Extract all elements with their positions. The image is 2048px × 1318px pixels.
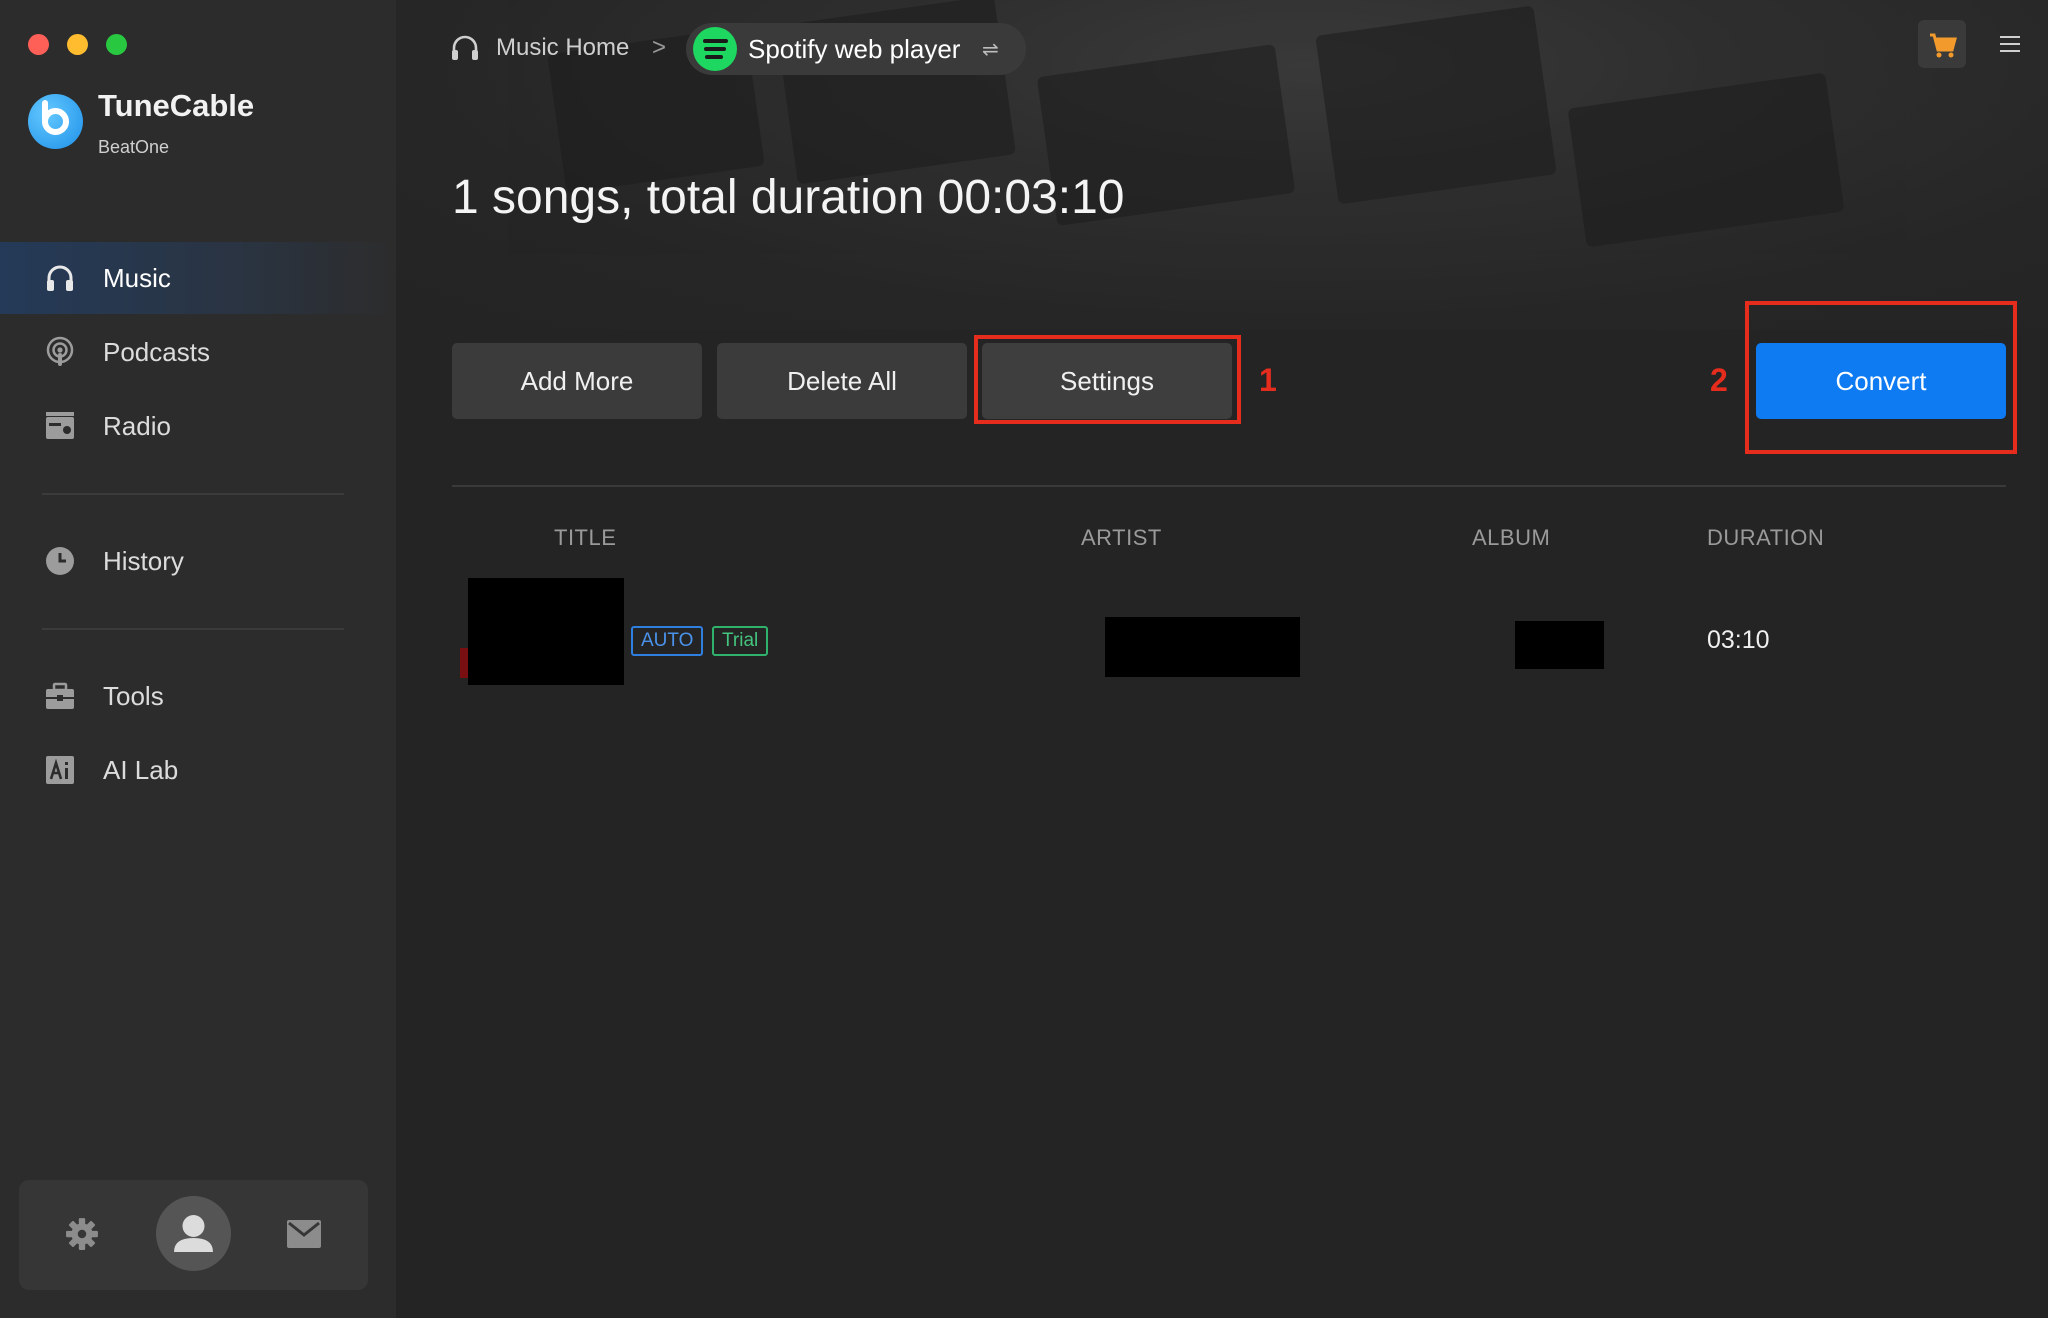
step-number-2: 2 <box>1710 362 1728 398</box>
column-header-artist[interactable]: ARTIST <box>1081 525 1162 551</box>
column-header-album[interactable]: ALBUM <box>1472 525 1550 551</box>
zoom-window-button[interactable] <box>106 34 127 55</box>
sidebar-item-radio[interactable]: Radio <box>0 390 396 462</box>
table-divider <box>452 485 2006 487</box>
step-number-1: 1 <box>1259 362 1277 398</box>
cover-edge <box>460 648 468 678</box>
sidebar-item-label: Podcasts <box>103 336 210 367</box>
chevron-right-icon: > <box>652 34 667 61</box>
app-subtitle: BeatOne <box>98 137 170 157</box>
close-window-button[interactable] <box>28 34 49 55</box>
sidebar-bottom-bar <box>19 1180 368 1290</box>
spotify-icon <box>693 27 737 71</box>
breadcrumb-music-home[interactable]: Music Home <box>496 34 629 62</box>
ai-icon <box>46 756 74 784</box>
song-duration: 03:10 <box>1707 626 1770 654</box>
trial-badge: Trial <box>712 626 769 656</box>
app-logo-icon <box>28 94 83 149</box>
sidebar-item-label: AI Lab <box>103 754 179 785</box>
background-artwork <box>396 0 2048 330</box>
song-cover-redacted <box>468 578 624 685</box>
avatar[interactable] <box>156 1196 231 1271</box>
app-name: TuneCable <box>98 88 255 123</box>
delete-all-button[interactable]: Delete All <box>717 343 967 419</box>
gear-icon[interactable] <box>65 1217 99 1251</box>
radio-icon <box>46 412 74 439</box>
user-icon <box>174 1215 213 1252</box>
sidebar-item-label: History <box>103 545 184 576</box>
headphones-icon <box>452 35 478 60</box>
sidebar-item-label: Radio <box>103 410 171 441</box>
sidebar-item-podcasts[interactable]: Podcasts <box>0 316 396 388</box>
sidebar-item-tools[interactable]: Tools <box>0 660 396 732</box>
artist-redacted <box>1105 617 1300 677</box>
swap-icon: ⇌ <box>982 39 999 61</box>
column-header-title[interactable]: TITLE <box>554 525 616 551</box>
cart-button[interactable] <box>1918 20 1966 68</box>
toolbox-icon <box>46 682 74 709</box>
mail-icon[interactable] <box>287 1220 321 1248</box>
add-more-button[interactable]: Add More <box>452 343 702 419</box>
settings-button[interactable]: Settings <box>982 343 1232 419</box>
podcast-icon <box>46 336 74 366</box>
clock-icon <box>46 547 74 575</box>
minimize-window-button[interactable] <box>67 34 88 55</box>
sidebar-item-label: Tools <box>103 680 164 711</box>
source-switcher[interactable]: Spotify web player ⇌ <box>686 23 1026 75</box>
album-redacted <box>1515 621 1604 669</box>
auto-badge: AUTO <box>631 626 704 656</box>
sidebar-item-history[interactable]: History <box>0 525 396 597</box>
main-panel: Music Home > Spotify web player ⇌ 1 song… <box>396 0 2048 1318</box>
sidebar-divider <box>42 493 344 495</box>
cart-icon <box>1930 33 1957 58</box>
column-header-duration[interactable]: DURATION <box>1707 525 1824 551</box>
sidebar-item-label: Music <box>103 262 171 293</box>
menu-icon[interactable] <box>2000 36 2020 52</box>
headphones-icon <box>47 265 73 291</box>
table-row[interactable]: AUTO Trial 03:10 <box>452 570 2006 710</box>
sidebar-divider <box>42 628 344 630</box>
songs-summary: 1 songs, total duration 00:03:10 <box>452 171 1125 224</box>
sidebar-item-ai-lab[interactable]: AI Lab <box>0 734 396 806</box>
sidebar-item-music[interactable]: Music <box>0 242 396 314</box>
convert-button[interactable]: Convert <box>1756 343 2006 419</box>
sidebar: TuneCable BeatOne Music Podcasts Radio H… <box>0 0 396 1318</box>
source-label: Spotify web player <box>748 34 961 64</box>
